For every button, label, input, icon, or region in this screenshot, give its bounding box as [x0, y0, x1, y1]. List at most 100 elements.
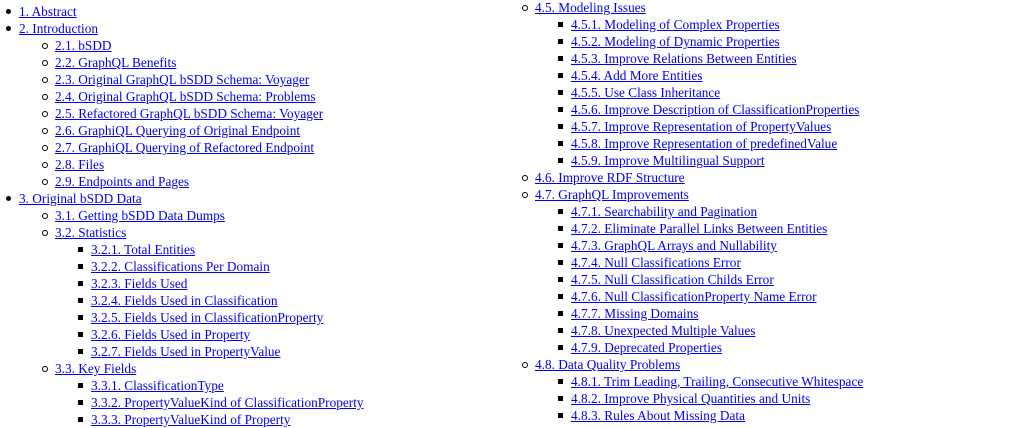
- toc-entry-row: 2.2. GraphQL Benefits: [0, 54, 505, 71]
- toc-link[interactable]: 3.2.4. Fields Used in Classification: [91, 293, 278, 308]
- toc-link[interactable]: 3.3.1. ClassificationType: [91, 378, 224, 393]
- toc-link[interactable]: 3.3.3. PropertyValueKind of Property: [91, 412, 290, 427]
- toc-link[interactable]: 3.2.1. Total Entities: [91, 242, 195, 257]
- toc-entry: 4.7.9. Deprecated Properties: [516, 339, 1030, 356]
- toc-link[interactable]: 3.2.2. Classifications Per Domain: [91, 259, 270, 274]
- toc-entry-row: 2.6. GraphiQL Querying of Original Endpo…: [0, 122, 505, 139]
- toc-list: 4.5. Modeling Issues 4.5.1. Modeling of C…: [516, 0, 1030, 424]
- toc-link[interactable]: 4.7.7. Missing Domains: [571, 306, 698, 321]
- toc-link[interactable]: 4.7.6. Null ClassificationProperty Name …: [571, 289, 817, 304]
- toc-link[interactable]: 3.3.2. PropertyValueKind of Classificati…: [91, 395, 364, 410]
- toc-link[interactable]: 4.7.8. Unexpected Multiple Values: [571, 323, 755, 338]
- toc-entry-row: 3.3. Key Fields: [0, 360, 505, 377]
- toc-entry: 3.2.3. Fields Used: [0, 275, 505, 292]
- bullet-circle-icon: [42, 111, 48, 117]
- toc-sublist: 4.7.1. Searchability and Pagination 4.7.2…: [516, 203, 1030, 356]
- toc-link[interactable]: 3.2.3. Fields Used: [91, 276, 187, 291]
- toc-link[interactable]: 4.5.9. Improve Multilingual Support: [571, 153, 765, 168]
- toc-link[interactable]: 4.5.8. Improve Representation of predefi…: [571, 136, 837, 151]
- toc-link[interactable]: 4.5.5. Use Class Inheritance: [571, 85, 720, 100]
- toc-link[interactable]: 3.1. Getting bSDD Data Dumps: [55, 208, 225, 223]
- toc-entry-row: 4.5. Modeling Issues: [516, 0, 1030, 16]
- toc-entry-row: 4.7.5. Null Classification Childs Error: [516, 271, 1030, 288]
- toc-entry-row: 2.4. Original GraphQL bSDD Schema: Probl…: [0, 88, 505, 105]
- toc-link[interactable]: 4.8.1. Trim Leading, Trailing, Consecuti…: [571, 374, 863, 389]
- toc-entry: 2.6. GraphiQL Querying of Original Endpo…: [0, 122, 505, 139]
- toc-link[interactable]: 4.5.7. Improve Representation of Propert…: [571, 119, 831, 134]
- toc-link[interactable]: 4.7.4. Null Classifications Error: [571, 255, 741, 270]
- toc-entry: 3.1. Getting bSDD Data Dumps: [0, 207, 505, 224]
- toc-link[interactable]: 4.5.6. Improve Description of Classifica…: [571, 102, 859, 117]
- toc-entry: 4.5.7. Improve Representation of Propert…: [516, 118, 1030, 135]
- toc-link[interactable]: 3.2.6. Fields Used in Property: [91, 327, 250, 342]
- bullet-square-icon: [78, 383, 83, 388]
- toc-link[interactable]: 2.6. GraphiQL Querying of Original Endpo…: [55, 123, 300, 138]
- toc-entry: 4.8. Data Quality Problems 4.8.1. Trim Le…: [516, 356, 1030, 424]
- toc-entry-row: 4.7.4. Null Classifications Error: [516, 254, 1030, 271]
- toc-entry-row: 4.5.9. Improve Multilingual Support: [516, 152, 1030, 169]
- toc-link[interactable]: 3. Original bSDD Data: [19, 191, 142, 206]
- toc-entry: 4.5.4. Add More Entities: [516, 67, 1030, 84]
- toc-entry: 4.7.2. Eliminate Parallel Links Between …: [516, 220, 1030, 237]
- toc-entry-row: 3.2. Statistics: [0, 224, 505, 241]
- toc-link[interactable]: 4.7. GraphQL Improvements: [535, 187, 689, 202]
- toc-sublist: 2.1. bSDD 2.2. GraphQL Benefits 2.3. Origi…: [0, 37, 505, 190]
- bullet-circle-icon: [42, 366, 48, 372]
- bullet-circle-icon: [42, 213, 48, 219]
- toc-link[interactable]: 4.7.2. Eliminate Parallel Links Between …: [571, 221, 827, 236]
- toc-link[interactable]: 4.5.4. Add More Entities: [571, 68, 702, 83]
- bullet-circle-icon: [522, 175, 528, 181]
- bullet-square-icon: [558, 107, 563, 112]
- toc-list: 1. Abstract 2. Introduction 2.1. bSDD 2.2. …: [0, 3, 505, 428]
- toc-sublist: 4.8.1. Trim Leading, Trailing, Consecuti…: [516, 373, 1030, 424]
- bullet-circle-icon: [42, 60, 48, 66]
- toc-entry-row: 1. Abstract: [0, 3, 505, 20]
- toc-entry: 3.2.5. Fields Used in ClassificationProp…: [0, 309, 505, 326]
- toc-entry: 3.3.2. PropertyValueKind of Classificati…: [0, 394, 505, 411]
- toc-entry-row: 4.5.8. Improve Representation of predefi…: [516, 135, 1030, 152]
- toc-link[interactable]: 2.7. GraphiQL Querying of Refactored End…: [55, 140, 314, 155]
- toc-link[interactable]: 2. Introduction: [19, 21, 98, 36]
- toc-entry: 4.5. Modeling Issues 4.5.1. Modeling of C…: [516, 0, 1030, 169]
- toc-link[interactable]: 4.7.3. GraphQL Arrays and Nullability: [571, 238, 777, 253]
- toc-link[interactable]: 3.2.7. Fields Used in PropertyValue: [91, 344, 280, 359]
- toc-link[interactable]: 3.2. Statistics: [55, 225, 126, 240]
- toc-entry-row: 4.7.1. Searchability and Pagination: [516, 203, 1030, 220]
- bullet-circle-icon: [42, 128, 48, 134]
- toc-link[interactable]: 4.8. Data Quality Problems: [535, 357, 680, 372]
- toc-link[interactable]: 4.7.5. Null Classification Childs Error: [571, 272, 774, 287]
- toc-entry-row: 4.8.2. Improve Physical Quantities and U…: [516, 390, 1030, 407]
- toc-link[interactable]: 4.5.2. Modeling of Dynamic Properties: [571, 34, 780, 49]
- toc-entry-row: 4.6. Improve RDF Structure: [516, 169, 1030, 186]
- toc-link[interactable]: 2.1. bSDD: [55, 38, 112, 53]
- toc-entry: 4.5.1. Modeling of Complex Properties: [516, 16, 1030, 33]
- toc-entry: 3.2.4. Fields Used in Classification: [0, 292, 505, 309]
- toc-link[interactable]: 2.9. Endpoints and Pages: [55, 174, 189, 189]
- toc-link[interactable]: 2.8. Files: [55, 157, 104, 172]
- toc-link[interactable]: 4.5. Modeling Issues: [535, 0, 646, 15]
- toc-link[interactable]: 4.7.1. Searchability and Pagination: [571, 204, 757, 219]
- toc-link[interactable]: 2.4. Original GraphQL bSDD Schema: Probl…: [55, 89, 316, 104]
- toc-link[interactable]: 2.3. Original GraphQL bSDD Schema: Voyag…: [55, 72, 309, 87]
- toc-link[interactable]: 3.2.5. Fields Used in ClassificationProp…: [91, 310, 323, 325]
- toc-link[interactable]: 3.3. Key Fields: [55, 361, 136, 376]
- bullet-square-icon: [78, 400, 83, 405]
- toc-link[interactable]: 4.7.9. Deprecated Properties: [571, 340, 722, 355]
- toc-entry: 4.5.8. Improve Representation of predefi…: [516, 135, 1030, 152]
- toc-link[interactable]: 2.2. GraphQL Benefits: [55, 55, 176, 70]
- toc-entry: 4.8.1. Trim Leading, Trailing, Consecuti…: [516, 373, 1030, 390]
- toc-link[interactable]: 2.5. Refactored GraphQL bSDD Schema: Voy…: [55, 106, 323, 121]
- bullet-square-icon: [558, 294, 563, 299]
- toc-entry: 3.2. Statistics 3.2.1. Total Entities 3.2.…: [0, 224, 505, 360]
- toc-right-column: 4.5. Modeling Issues 4.5.1. Modeling of C…: [516, 0, 1030, 424]
- toc-link[interactable]: 4.5.1. Modeling of Complex Properties: [571, 17, 780, 32]
- toc-entry-row: 2.8. Files: [0, 156, 505, 173]
- toc-link[interactable]: 4.5.3. Improve Relations Between Entitie…: [571, 51, 797, 66]
- toc-link[interactable]: 4.6. Improve RDF Structure: [535, 170, 685, 185]
- bullet-square-icon: [558, 226, 563, 231]
- bullet-square-icon: [558, 39, 563, 44]
- toc-link[interactable]: 1. Abstract: [19, 4, 77, 19]
- toc-link[interactable]: 4.8.2. Improve Physical Quantities and U…: [571, 391, 810, 406]
- bullet-square-icon: [78, 298, 83, 303]
- bullet-square-icon: [558, 396, 563, 401]
